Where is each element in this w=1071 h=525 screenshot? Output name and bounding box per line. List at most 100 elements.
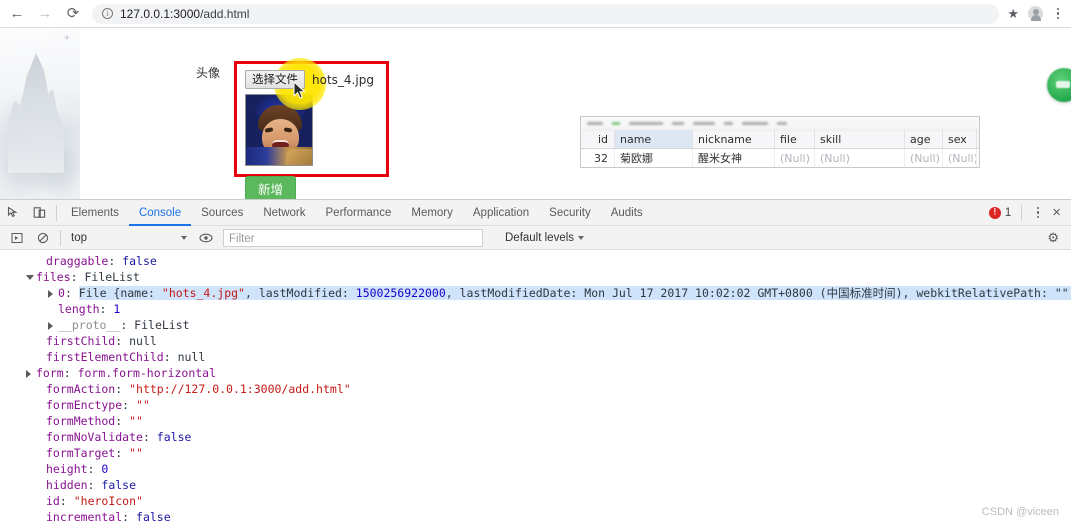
console-output[interactable]: draggable: false files: FileList 0: File {… xyxy=(0,250,1071,524)
console-colon: : xyxy=(163,350,178,364)
devtools-menu-icon[interactable] xyxy=(1032,205,1044,220)
db-col-name[interactable]: name xyxy=(615,130,693,148)
console-line[interactable]: files: FileList xyxy=(0,269,1071,285)
console-colon: : xyxy=(142,430,157,444)
console-property-value: "heroIcon" xyxy=(73,494,143,508)
console-property-key: length xyxy=(58,302,100,316)
mountain-shape xyxy=(8,53,64,173)
console-line[interactable]: firstElementChild: null xyxy=(0,349,1071,365)
table-row[interactable]: 32 菊欧娜 醒米女神 (Null) (Null) (Null) (Null) xyxy=(581,149,979,167)
navigation-buttons: ← → ⟳ xyxy=(0,5,86,23)
db-col-file[interactable]: file xyxy=(775,130,815,148)
tab-performance[interactable]: Performance xyxy=(316,200,402,226)
db-col-age[interactable]: age xyxy=(905,130,943,148)
console-property-key: files xyxy=(36,270,71,284)
db-cell-age: (Null) xyxy=(905,149,943,167)
device-toolbar-icon[interactable] xyxy=(26,200,52,226)
tab-sources[interactable]: Sources xyxy=(191,200,253,226)
reload-icon[interactable]: ⟳ xyxy=(64,5,82,23)
console-line[interactable]: __proto__: FileList xyxy=(0,317,1071,333)
console-line[interactable]: formEnctype: "" xyxy=(0,397,1071,413)
chrome-menu-icon[interactable] xyxy=(1052,6,1064,21)
file-input-highlight-box: 选择文件 hots_4.jpg xyxy=(234,58,390,177)
avatar-preview-thumbnail xyxy=(245,94,314,166)
url-text: 127.0.0.1:3000/add.html xyxy=(120,7,249,21)
console-line[interactable]: formMethod: "" xyxy=(0,413,1071,429)
watermark: CSDN @viceen xyxy=(981,506,1059,518)
back-arrow-icon[interactable]: ← xyxy=(8,5,26,23)
console-line[interactable]: firstChild: null xyxy=(0,333,1071,349)
expanded-arrow-icon[interactable] xyxy=(26,275,34,280)
address-bar[interactable]: i 127.0.0.1:3000/add.html xyxy=(92,3,1000,24)
avatar-field-label: 头像 xyxy=(196,66,221,80)
console-colon: : xyxy=(122,510,137,524)
context-selector[interactable]: top xyxy=(65,229,193,247)
console-line[interactable]: height: 0 xyxy=(0,461,1071,477)
console-colon: : xyxy=(70,270,85,284)
console-property-key: formTarget xyxy=(46,446,116,460)
file-input-control[interactable]: 选择文件 hots_4.jpg xyxy=(245,70,378,89)
thumb-shoulder xyxy=(286,149,313,165)
console-line[interactable]: draggable: false xyxy=(0,253,1071,269)
log-levels-selector[interactable]: Default levels xyxy=(505,232,585,244)
console-property-key: formMethod xyxy=(46,414,116,428)
site-info-icon[interactable]: i xyxy=(102,8,113,19)
tab-console[interactable]: Console xyxy=(129,200,191,226)
live-expression-icon[interactable] xyxy=(193,225,219,251)
console-line[interactable]: 0: File {name: "hots_4.jpg", lastModifie… xyxy=(0,285,1071,301)
console-property-value: 1 xyxy=(113,302,121,316)
console-line[interactable]: form: form.form-horizontal xyxy=(0,365,1071,381)
collapsed-arrow-icon[interactable] xyxy=(48,290,53,298)
bookmark-star-icon[interactable]: ★ xyxy=(1007,6,1019,22)
tab-network[interactable]: Network xyxy=(253,200,315,226)
inspect-element-icon[interactable] xyxy=(0,200,26,226)
console-property-value: "http://127.0.0.1:3000/add.html" xyxy=(129,382,351,396)
console-colon: : xyxy=(87,462,102,476)
tab-audits[interactable]: Audits xyxy=(601,200,653,226)
console-property-value: File {name: "hots_4.jpg", lastModified: … xyxy=(78,286,1071,300)
collapsed-arrow-icon[interactable] xyxy=(26,370,31,378)
db-cell-sex: (Null) xyxy=(943,149,977,167)
close-icon[interactable]: × xyxy=(1050,205,1063,220)
collapsed-arrow-icon[interactable] xyxy=(48,322,53,330)
console-property-value: null xyxy=(129,334,157,348)
bird-icon: ✈ xyxy=(64,35,70,42)
console-property-key: incremental xyxy=(46,510,123,524)
tab-elements[interactable]: Elements xyxy=(61,200,129,226)
tab-memory[interactable]: Memory xyxy=(401,200,463,226)
execute-snippet-icon[interactable] xyxy=(4,225,30,251)
console-filter-bar: top Filter Default levels ⚙ xyxy=(0,226,1071,250)
db-col-nickname[interactable]: nickname xyxy=(693,130,775,148)
console-line[interactable]: formAction: "http://127.0.0.1:3000/add.h… xyxy=(0,381,1071,397)
db-col-skill[interactable]: skill xyxy=(815,130,905,148)
console-colon: : xyxy=(108,254,123,268)
console-property-value: form.form-horizontal xyxy=(77,366,217,380)
console-property-value: FileList xyxy=(134,318,190,332)
db-col-sex[interactable]: sex xyxy=(943,130,977,148)
profile-avatar-icon[interactable] xyxy=(1028,6,1043,21)
console-colon: : xyxy=(87,478,102,492)
tab-application[interactable]: Application xyxy=(463,200,539,226)
error-count-badge[interactable]: ! 1 xyxy=(988,206,1011,219)
clear-console-icon[interactable] xyxy=(30,225,56,251)
tab-security[interactable]: Security xyxy=(539,200,601,226)
console-property-key: form xyxy=(36,366,64,380)
console-property-key: firstElementChild xyxy=(46,350,164,364)
console-line[interactable]: formTarget: "" xyxy=(0,445,1071,461)
console-line[interactable]: id: "heroIcon" xyxy=(0,493,1071,509)
submit-add-button[interactable]: 新增 xyxy=(245,176,297,199)
green-circle-badge xyxy=(1047,68,1071,102)
db-col-id[interactable]: id xyxy=(581,130,615,148)
console-line[interactable]: hidden: false xyxy=(0,477,1071,493)
filter-input[interactable]: Filter xyxy=(223,228,483,247)
console-line[interactable]: incremental: false xyxy=(0,509,1071,524)
console-colon: : xyxy=(64,286,79,300)
console-line[interactable]: length: 1 xyxy=(0,301,1071,317)
browser-actions: ★ xyxy=(1007,6,1071,22)
forward-arrow-icon[interactable]: → xyxy=(36,5,54,23)
console-property-key: id xyxy=(46,494,60,508)
gear-icon[interactable]: ⚙ xyxy=(1047,230,1067,246)
console-line[interactable]: formNoValidate: false xyxy=(0,429,1071,445)
console-property-key: formNoValidate xyxy=(46,430,143,444)
db-cell-name: 菊欧娜 xyxy=(615,149,693,167)
